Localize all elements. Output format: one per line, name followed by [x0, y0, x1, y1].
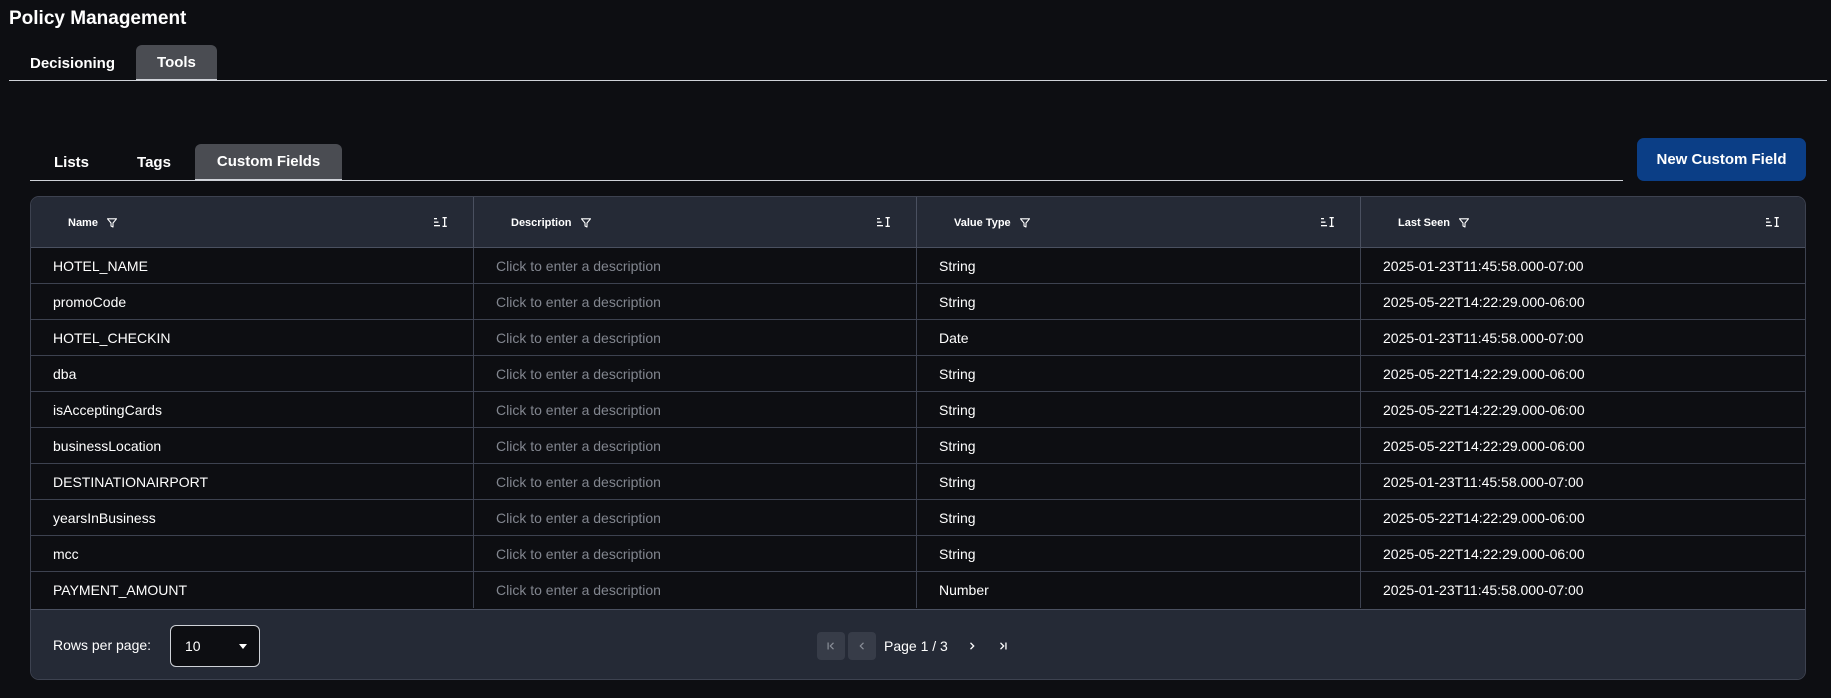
cell-name: yearsInBusiness	[31, 500, 474, 536]
cell-name: HOTEL_NAME	[31, 248, 474, 284]
cell-description[interactable]: Click to enter a description	[474, 392, 917, 428]
column-label: Name	[68, 216, 98, 229]
cell-value-type: String	[917, 428, 1361, 464]
table-row[interactable]: businessLocation Click to enter a descrip…	[31, 428, 1805, 464]
cell-value-type: String	[917, 284, 1361, 320]
table-row[interactable]: isAcceptingCards Click to enter a descrip…	[31, 392, 1805, 428]
cell-description[interactable]: Click to enter a description	[474, 428, 917, 464]
cell-last-seen: 2025-05-22T14:22:29.000-06:00	[1383, 546, 1585, 562]
cell-last-seen: 2025-05-22T14:22:29.000-06:00	[1383, 366, 1585, 382]
cell-name: HOTEL_CHECKIN	[31, 320, 474, 356]
cell-last-seen: 2025-05-22T14:22:29.000-06:00	[1383, 438, 1585, 454]
cell-value-type: Number	[917, 572, 1361, 608]
column-label: Value Type	[954, 216, 1011, 229]
rows-per-page-select[interactable]: 10	[170, 625, 260, 667]
tab-custom-fields[interactable]: Custom Fields	[194, 144, 343, 181]
new-custom-field-button[interactable]: New Custom Field	[1637, 138, 1806, 181]
sort-icon[interactable]	[1321, 216, 1334, 228]
table-row[interactable]: mcc Click to enter a description String 202…	[31, 536, 1805, 572]
table-row[interactable]: DESTINATIONAIRPORT Click to enter a descr…	[31, 464, 1805, 500]
cell-description[interactable]: Click to enter a description	[474, 572, 917, 608]
first-page-icon[interactable]	[817, 632, 845, 660]
cell-last-seen: 2025-01-23T11:45:58.000-07:00	[1383, 474, 1584, 490]
column-label: Description	[511, 216, 572, 229]
cell-description[interactable]: Click to enter a description	[474, 248, 917, 284]
previous-page-icon[interactable]	[848, 632, 876, 660]
cell-value-type: Date	[917, 320, 1361, 356]
table-row[interactable]: HOTEL_CHECKIN Click to enter a descriptio…	[31, 320, 1805, 356]
cell-value-type: String	[917, 392, 1361, 428]
cell-value-type: String	[917, 464, 1361, 500]
column-header-name[interactable]: Name	[31, 197, 474, 248]
cell-description[interactable]: Click to enter a description	[474, 356, 917, 392]
page-info: Page 1 / 3	[884, 638, 948, 654]
tab-tags[interactable]: Tags	[113, 144, 195, 181]
column-header-value-type[interactable]: Value Type	[917, 197, 1361, 248]
cell-name: promoCode	[31, 284, 474, 320]
cell-last-seen: 2025-01-23T11:45:58.000-07:00	[1383, 330, 1584, 346]
cell-last-seen: 2025-05-22T14:22:29.000-06:00	[1383, 402, 1585, 418]
cell-last-seen: 2025-05-22T14:22:29.000-06:00	[1383, 294, 1585, 310]
table-header: Name Description Value Type Last Seen	[31, 197, 1805, 248]
cell-name: DESTINATIONAIRPORT	[31, 464, 474, 500]
cell-description[interactable]: Click to enter a description	[474, 284, 917, 320]
cell-last-seen: 2025-05-22T14:22:29.000-06:00	[1383, 510, 1585, 526]
cell-description[interactable]: Click to enter a description	[474, 536, 917, 572]
cell-description[interactable]: Click to enter a description	[474, 464, 917, 500]
column-label: Last Seen	[1398, 216, 1450, 229]
sub-tab-bar: Lists Tags Custom Fields	[30, 144, 1623, 181]
table-row[interactable]: PAYMENT_AMOUNT Click to enter a descripti…	[31, 572, 1805, 608]
cell-name: mcc	[31, 536, 474, 572]
cell-last-seen: 2025-01-23T11:45:58.000-07:00	[1383, 582, 1584, 598]
filter-icon[interactable]	[1458, 217, 1469, 228]
column-header-description[interactable]: Description	[474, 197, 917, 248]
rows-per-page-value: 10	[185, 638, 201, 654]
table-row[interactable]: dba Click to enter a description String 202…	[31, 356, 1805, 392]
cell-name: isAcceptingCards	[31, 392, 474, 428]
filter-icon[interactable]	[1019, 217, 1030, 228]
table-row[interactable]: yearsInBusiness Click to enter a descript…	[31, 500, 1805, 536]
pagination: Page 1 / 3	[817, 632, 1017, 660]
cell-name: dba	[31, 356, 474, 392]
cell-name: businessLocation	[31, 428, 474, 464]
cell-name: PAYMENT_AMOUNT	[31, 572, 474, 608]
table-footer: Rows per page: 10 Page 1 / 3	[31, 609, 1805, 679]
table-body: HOTEL_NAME Click to enter a description St…	[31, 248, 1805, 608]
tab-lists[interactable]: Lists	[30, 144, 113, 181]
sort-icon[interactable]	[434, 216, 447, 228]
caret-down-icon	[239, 644, 247, 649]
top-tab-bar: Decisioning Tools	[9, 45, 1827, 81]
cell-description[interactable]: Click to enter a description	[474, 320, 917, 356]
filter-icon[interactable]	[580, 217, 591, 228]
page-title: Policy Management	[9, 8, 187, 29]
sort-icon[interactable]	[877, 216, 890, 228]
tab-decisioning[interactable]: Decisioning	[9, 45, 136, 81]
cell-value-type: String	[917, 356, 1361, 392]
table-row[interactable]: promoCode Click to enter a description Str…	[31, 284, 1805, 320]
sort-icon[interactable]	[1766, 216, 1779, 228]
filter-icon[interactable]	[106, 217, 117, 228]
cell-value-type: String	[917, 500, 1361, 536]
cell-value-type: String	[917, 536, 1361, 572]
cell-value-type: String	[917, 248, 1361, 284]
next-page-icon[interactable]	[958, 632, 986, 660]
custom-fields-table: Name Description Value Type Last Seen HO…	[30, 196, 1806, 680]
tab-tools[interactable]: Tools	[136, 45, 217, 81]
table-row[interactable]: HOTEL_NAME Click to enter a description St…	[31, 248, 1805, 284]
cell-last-seen: 2025-01-23T11:45:58.000-07:00	[1383, 258, 1584, 274]
rows-per-page-label: Rows per page:	[53, 637, 152, 653]
cell-description[interactable]: Click to enter a description	[474, 500, 917, 536]
column-header-last-seen[interactable]: Last Seen	[1361, 197, 1805, 248]
last-page-icon[interactable]	[989, 632, 1017, 660]
